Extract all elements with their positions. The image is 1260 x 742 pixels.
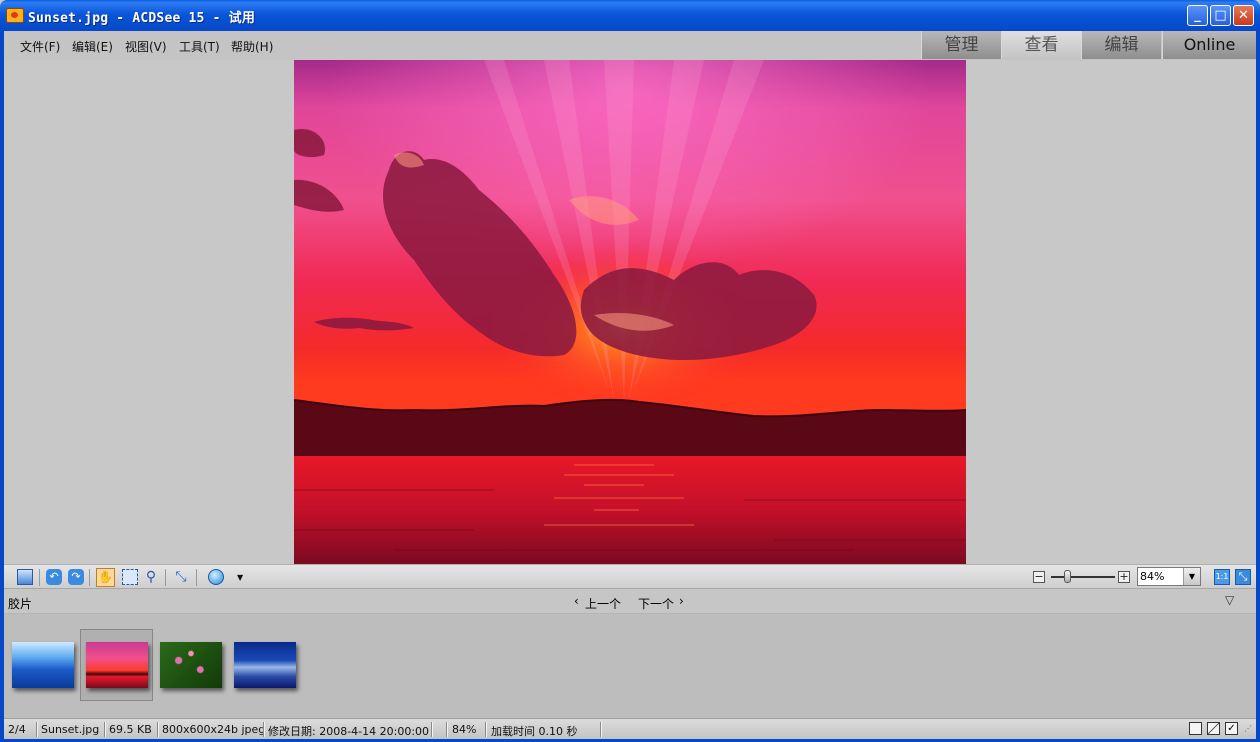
chevron-down-icon[interactable]: ▼	[1183, 568, 1200, 585]
menu-file[interactable]: 文件(F)	[20, 38, 60, 55]
menu-tools[interactable]: 工具(T)	[179, 38, 220, 55]
zoom-value: 84%	[1140, 570, 1165, 583]
sunset-photo	[294, 60, 966, 564]
status-separator	[104, 722, 106, 737]
fit-icon[interactable]: ⤡	[173, 569, 189, 585]
tab-view[interactable]: 查看	[1001, 31, 1081, 59]
window-title: Sunset.jpg - ACDSee 15 - 试用	[28, 11, 256, 26]
thumbnail-winter[interactable]	[234, 642, 296, 688]
acdsee-app-icon[interactable]	[6, 8, 24, 23]
globe-icon[interactable]	[208, 569, 224, 585]
status-separator	[485, 722, 487, 737]
status-separator	[157, 722, 159, 737]
status-separator	[446, 722, 448, 737]
filmstrip-header: 胶片 ‹ 上一个 下一个 › ▽	[4, 589, 1256, 614]
zoom-slider-track[interactable]	[1051, 576, 1115, 578]
maximize-button[interactable]: □	[1210, 5, 1231, 26]
viewer-toolbar: ↶ ↷ ✋ ⚲ ⤡ ▼ − + 84% ▼ 1:1 ⤡	[4, 564, 1256, 589]
status-load-time: 加载时间 0.10 秒	[491, 725, 578, 738]
zoom-out-button[interactable]: −	[1033, 571, 1045, 583]
image-viewer[interactable]	[4, 60, 1256, 564]
toolbar-separator	[89, 569, 90, 586]
window-frame-right	[1256, 31, 1260, 742]
toolbar-separator	[165, 569, 166, 586]
status-separator	[263, 722, 265, 737]
dropdown-arrow-icon[interactable]: ▼	[237, 573, 253, 589]
maximize-icon: □	[1214, 8, 1227, 23]
resize-grip-icon[interactable]: ⋰	[1244, 724, 1252, 733]
zoom-in-button[interactable]: +	[1118, 571, 1130, 583]
status-dimensions: 800x600x24b jpeg	[162, 723, 266, 736]
tab-edit[interactable]: 编辑	[1081, 31, 1161, 59]
status-modified-date: 修改日期: 2008-4-14 20:00:00	[268, 725, 430, 738]
select-tool-icon[interactable]	[122, 569, 138, 585]
close-button[interactable]: ✕	[1233, 5, 1254, 26]
status-zoom: 84%	[452, 723, 477, 736]
filmstrip	[4, 614, 1256, 718]
rotate-right-icon[interactable]: ↷	[68, 569, 84, 585]
next-button[interactable]: 下一个	[638, 595, 674, 612]
toolbar-separator	[196, 569, 197, 586]
hand-tool-icon[interactable]: ✋	[96, 568, 115, 587]
thumbnail-blue-hills[interactable]	[12, 642, 74, 688]
zoom-dropdown[interactable]: 84% ▼	[1137, 567, 1201, 586]
menu-view[interactable]: 视图(V)	[125, 38, 167, 55]
zoom-tool-icon[interactable]: ⚲	[143, 569, 159, 585]
status-filesize: 69.5 KB	[109, 723, 152, 736]
status-separator	[431, 722, 433, 737]
previous-button[interactable]: 上一个	[585, 595, 621, 612]
mode-tabs: 管理 查看 编辑 Online	[920, 31, 1256, 59]
minimize-button[interactable]: _	[1187, 5, 1208, 26]
status-separator	[600, 722, 602, 737]
toolbar-separator	[39, 569, 40, 586]
status-separator	[36, 722, 38, 737]
status-filename: Sunset.jpg	[41, 723, 100, 736]
chevron-left-icon[interactable]: ‹	[574, 594, 579, 608]
rotate-left-icon[interactable]: ↶	[46, 569, 62, 585]
thumbnail-sunset[interactable]	[86, 642, 148, 688]
filmstrip-label: 胶片	[8, 597, 33, 611]
tab-online[interactable]: Online	[1162, 31, 1256, 59]
title-bar[interactable]: Sunset.jpg - ACDSee 15 - 试用 _ □ ✕	[0, 0, 1260, 31]
fit-to-window-button[interactable]: ⤡	[1235, 569, 1251, 585]
tab-manage[interactable]: 管理	[921, 31, 1001, 59]
actual-size-button[interactable]: 1:1	[1214, 569, 1230, 585]
menu-help[interactable]: 帮助(H)	[231, 38, 273, 55]
status-view-box-icon[interactable]	[1189, 722, 1202, 735]
status-position: 2/4	[8, 723, 26, 736]
status-check-icon[interactable]: ✓	[1225, 722, 1238, 735]
close-icon: ✕	[1238, 8, 1249, 23]
chevron-right-icon[interactable]: ›	[679, 594, 684, 608]
minimize-icon: _	[1194, 8, 1201, 23]
status-bar: 2/4 Sunset.jpg 69.5 KB 800x600x24b jpeg …	[4, 718, 1256, 739]
monitor-icon[interactable]	[17, 569, 33, 585]
menu-edit[interactable]: 编辑(E)	[72, 38, 113, 55]
zoom-slider-thumb[interactable]	[1064, 570, 1071, 583]
collapse-filmstrip-icon[interactable]: ▽	[1225, 593, 1234, 607]
status-diagonal-icon[interactable]	[1207, 722, 1220, 735]
thumbnail-water-lilies[interactable]	[160, 642, 222, 688]
